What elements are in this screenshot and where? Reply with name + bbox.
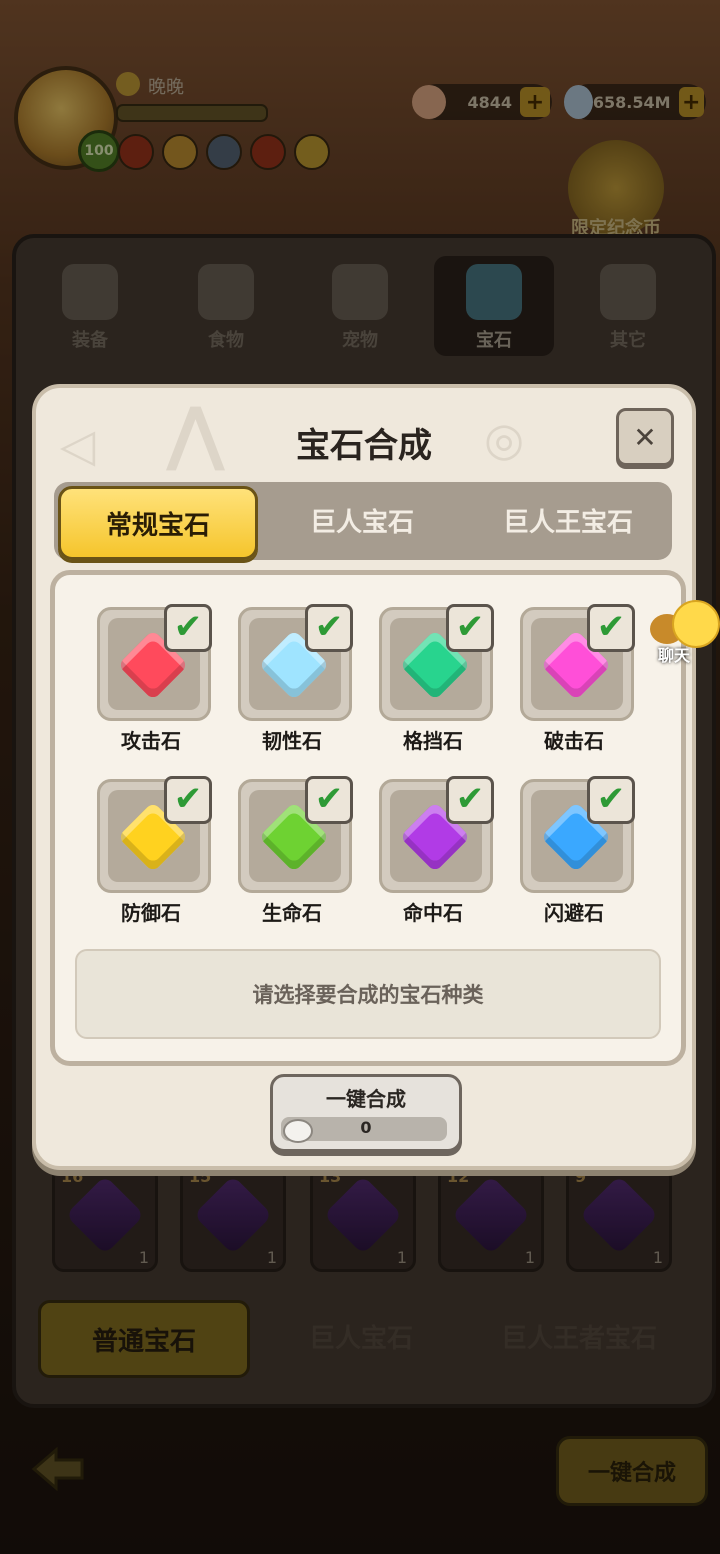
- gem-name: 格挡石: [403, 729, 463, 753]
- gem-selection-panel: ✔ 攻击石 ✔ 韧性石 ✔ 格挡石 ✔ 破击石 ✔ 防御石 ✔ 生命石 ✔ 命中…: [50, 570, 686, 1066]
- gem-name: 攻击石: [121, 729, 181, 753]
- merge-cost: 0: [360, 1118, 372, 1137]
- gem-name: 闪避石: [544, 901, 604, 925]
- chat-button[interactable]: 聊天: [648, 598, 720, 668]
- gem-slot[interactable]: ✔: [238, 604, 353, 721]
- close-button[interactable]: ✕: [616, 408, 674, 466]
- checkmark-icon: ✔: [587, 776, 635, 824]
- gem-slot[interactable]: ✔: [97, 604, 212, 721]
- gem-slot[interactable]: ✔: [520, 604, 635, 721]
- gem-name: 命中石: [403, 901, 463, 925]
- gem-slot[interactable]: ✔: [520, 776, 635, 893]
- checkmark-icon: ✔: [164, 604, 212, 652]
- tab-giant-gem[interactable]: 巨人宝石: [264, 486, 460, 554]
- gem-slot[interactable]: ✔: [379, 604, 494, 721]
- gem-slot[interactable]: ✔: [238, 776, 353, 893]
- checkmark-icon: ✔: [446, 776, 494, 824]
- dialog-title: 宝石合成: [296, 426, 432, 466]
- chat-label: 聊天: [658, 646, 691, 665]
- gem-name: 生命石: [262, 901, 322, 925]
- gem-slot[interactable]: ✔: [97, 776, 212, 893]
- gem-category-tabs: 常规宝石 巨人宝石 巨人王宝石: [54, 482, 672, 560]
- tab-giant-king-gem[interactable]: 巨人王宝石: [470, 486, 666, 554]
- smiley-icon: [672, 600, 720, 648]
- checkmark-icon: ✔: [305, 604, 353, 652]
- checkmark-icon: ✔: [305, 776, 353, 824]
- checkmark-icon: ✔: [587, 604, 635, 652]
- gem-name: 破击石: [544, 729, 604, 753]
- checkmark-icon: ✔: [164, 776, 212, 824]
- checkmark-icon: ✔: [446, 604, 494, 652]
- one-key-merge-label: 一键合成: [326, 1087, 406, 1111]
- selection-hint: 请选择要合成的宝石种类: [75, 949, 661, 1039]
- tab-regular-gem[interactable]: 常规宝石: [58, 486, 258, 560]
- gem-merge-dialog: ◁ ⋀ ◎ 宝石合成 ✕ 常规宝石 巨人宝石 巨人王宝石 ✔ 攻击石 ✔ 韧性石…: [32, 384, 696, 1170]
- close-icon: ✕: [633, 420, 657, 454]
- gem-slot[interactable]: ✔: [379, 776, 494, 893]
- gem-name: 韧性石: [262, 729, 322, 753]
- one-key-merge-button[interactable]: 一键合成 0: [270, 1074, 462, 1152]
- gem-name: 防御石: [121, 901, 181, 925]
